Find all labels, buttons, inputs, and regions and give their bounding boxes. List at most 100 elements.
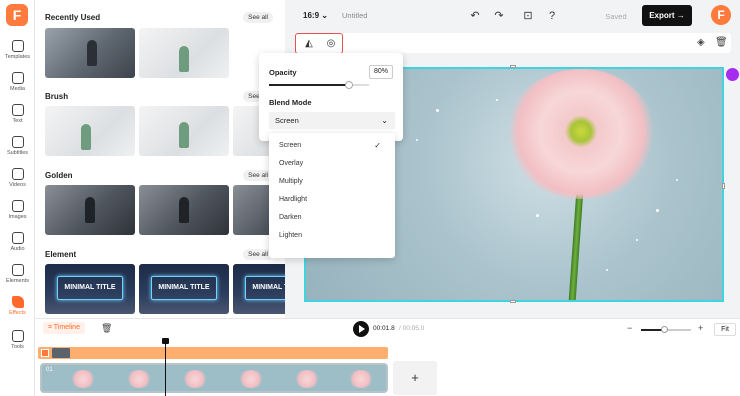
aspect-ratio-selector[interactable]: 16:9 ⌄ <box>303 11 328 20</box>
sparkle <box>676 179 678 181</box>
opacity-value-input[interactable]: 80% <box>369 65 393 79</box>
effect-thumbnail[interactable]: MINIMAL TITLE <box>233 264 285 314</box>
section-title: Brush <box>45 92 69 101</box>
left-rail: F Templates Media Text Subtitles Videos … <box>0 0 35 396</box>
flip-icon[interactable]: ◭ <box>302 37 316 51</box>
zoom-slider-handle[interactable] <box>660 326 668 333</box>
blend-option-overlay[interactable]: Overlay <box>269 155 395 173</box>
blend-mode-label: Blend Mode <box>269 98 312 107</box>
sparkle <box>436 109 439 112</box>
option-label: Screen <box>279 142 302 149</box>
rail-images[interactable]: Images <box>0 200 35 230</box>
effect-marker-icon[interactable] <box>726 68 739 81</box>
rail-templates[interactable]: Templates <box>0 40 35 70</box>
chevron-down-icon: ⌄ <box>321 11 328 20</box>
effect-thumbnail[interactable]: MINIMAL TITLE <box>139 264 229 314</box>
project-title[interactable]: Untitled <box>342 11 367 20</box>
screenshot-icon[interactable]: ⊡ <box>521 9 535 23</box>
zoom-slider[interactable] <box>641 326 691 333</box>
effect-track-icon <box>41 349 49 357</box>
media-icon <box>11 72 24 84</box>
effect-track-thumbnail <box>52 348 70 358</box>
opacity-slider[interactable] <box>269 81 369 89</box>
rail-elements[interactable]: Elements <box>0 264 35 294</box>
current-time: 00:01.8 <box>373 325 395 332</box>
rail-effects[interactable]: Effects <box>0 296 35 326</box>
help-icon[interactable]: ? <box>545 9 559 23</box>
rail-audio[interactable]: Audio <box>0 232 35 262</box>
option-label: Overlay <box>279 160 304 167</box>
total-duration: / 00:05.0 <box>399 325 425 332</box>
undo-icon[interactable]: ↶ <box>468 9 482 23</box>
play-button[interactable] <box>353 321 369 337</box>
layers-icon[interactable]: ◈ <box>697 37 705 48</box>
see-all-button[interactable]: See all <box>243 12 273 23</box>
clip-frame <box>70 370 96 388</box>
elements-icon <box>11 264 24 276</box>
effect-thumbnail[interactable] <box>139 106 229 156</box>
redo-icon[interactable]: ↷ <box>492 9 506 23</box>
blend-option-lighten[interactable]: Lighten <box>269 227 395 245</box>
effect-thumbnail[interactable] <box>45 28 135 78</box>
option-label: Hardlight <box>279 196 308 203</box>
blend-option-multiply[interactable]: Multiply <box>269 173 395 191</box>
top-bar: 16:9 ⌄ Untitled ↶ ↷ ⊡ ? Saved Export → F <box>285 0 740 32</box>
zoom-out-icon[interactable]: − <box>627 323 632 333</box>
fit-button[interactable]: Fit <box>714 323 736 336</box>
thumbnail-figure <box>85 197 95 223</box>
opacity-slider-handle[interactable] <box>345 81 353 89</box>
videos-icon <box>11 168 24 180</box>
timeline-icon: ⌗ <box>48 324 52 331</box>
avatar[interactable]: F <box>711 5 731 25</box>
resize-handle[interactable] <box>510 300 516 303</box>
effects-icon <box>11 296 24 308</box>
effect-track[interactable] <box>38 347 388 359</box>
thumbnail-figure <box>87 40 97 66</box>
blend-option-screen[interactable]: Screen ✓ <box>269 137 395 155</box>
opacity-icon[interactable]: ◎ <box>324 37 338 51</box>
rail-label: Videos <box>9 182 26 188</box>
blend-option-darken[interactable]: Darken <box>269 209 395 227</box>
blend-option-hardlight[interactable]: Hardlight <box>269 191 395 209</box>
rail-label: Subtitles <box>6 150 29 156</box>
trash-icon[interactable]: 🗑 <box>101 323 112 334</box>
rail-tools[interactable]: Tools <box>0 330 35 360</box>
timeline-toggle[interactable]: ⌗ Timeline <box>43 322 85 334</box>
effect-thumbnail[interactable] <box>139 185 229 235</box>
section-title: Element <box>45 250 77 259</box>
opacity-slider-fill <box>269 84 349 86</box>
effect-thumbnail[interactable]: MINIMAL TITLE <box>45 264 135 314</box>
resize-handle[interactable] <box>722 183 725 189</box>
rail-label: Audio <box>10 246 25 252</box>
resize-handle[interactable] <box>510 65 516 68</box>
sparkle <box>416 139 418 141</box>
subtitles-icon <box>11 136 24 148</box>
zoom-in-icon[interactable]: + <box>698 323 703 333</box>
rail-label: Elements <box>6 278 29 284</box>
clip-number: 01 <box>46 367 53 373</box>
check-icon: ✓ <box>374 141 381 150</box>
video-clip-track[interactable]: 01 <box>40 363 388 393</box>
blend-mode-select[interactable]: Screen ⌄ <box>269 112 395 129</box>
export-button[interactable]: Export → <box>642 5 692 26</box>
rail-subtitles[interactable]: Subtitles <box>0 136 35 166</box>
effect-thumbnail[interactable] <box>139 28 229 78</box>
thumbnail-figure <box>179 46 189 72</box>
add-clip-button[interactable]: + <box>393 361 437 395</box>
rail-text[interactable]: Text <box>0 104 35 134</box>
sparkle <box>656 209 659 212</box>
aspect-ratio-value: 16:9 <box>303 11 320 20</box>
section-title: Golden <box>45 171 73 180</box>
effect-thumbnail[interactable] <box>45 106 135 156</box>
playhead[interactable] <box>165 339 166 396</box>
timeline-label: Timeline <box>53 324 80 331</box>
export-label: Export <box>649 11 675 20</box>
rail-media[interactable]: Media <box>0 72 35 102</box>
saved-status: Saved <box>605 12 627 21</box>
trash-icon[interactable]: 🗑 <box>715 37 728 48</box>
rail-label: Templates <box>4 54 31 60</box>
rail-label: Text <box>12 118 23 124</box>
rail-videos[interactable]: Videos <box>0 168 35 198</box>
arrow-right-icon: → <box>676 11 685 20</box>
effect-thumbnail[interactable] <box>45 185 135 235</box>
